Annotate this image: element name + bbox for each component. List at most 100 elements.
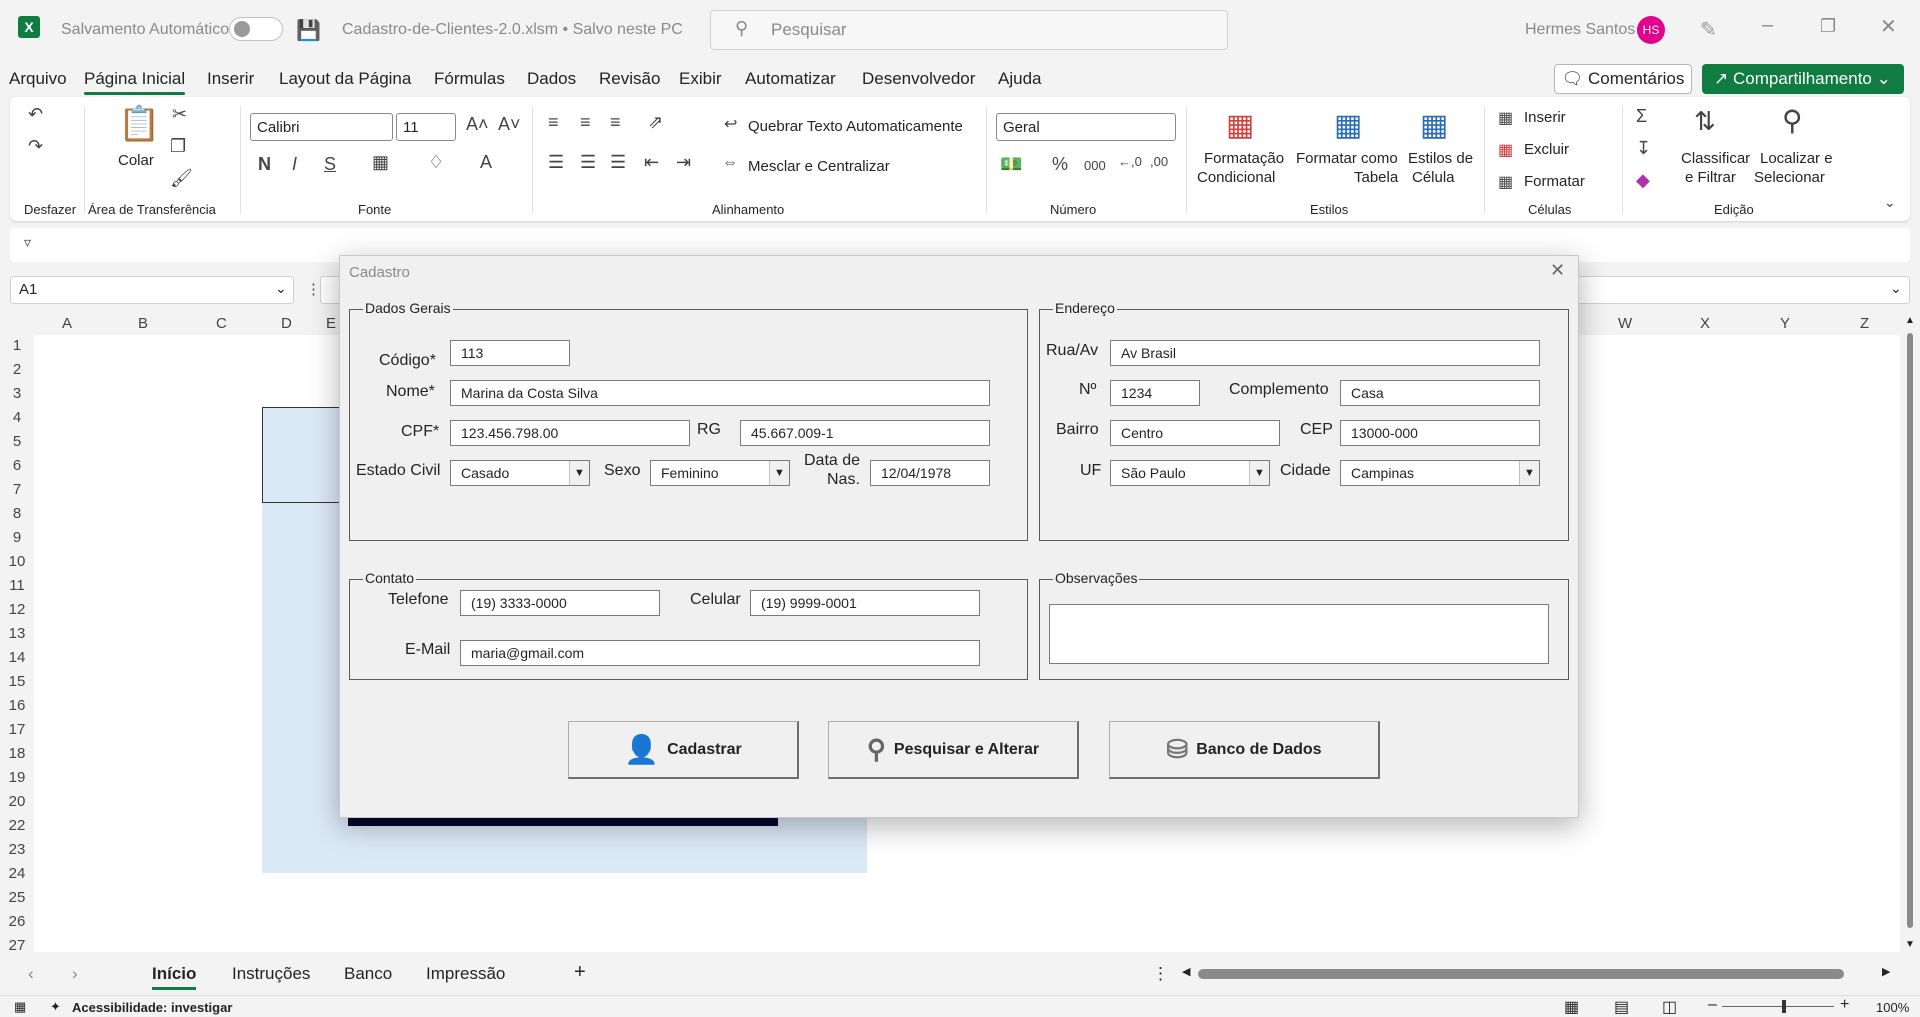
row-header[interactable]: 10 [0,553,34,570]
row-header[interactable]: 3 [0,385,34,402]
merge-center-button[interactable]: Mesclar e Centralizar [748,158,890,175]
conditional-format-icon[interactable]: ▦ [1226,108,1254,143]
customize-icon[interactable]: ▿ [24,234,31,251]
banco-dados-button[interactable]: ⛁ Banco de Dados [1109,721,1380,779]
menu-formulas[interactable]: Fórmulas [434,69,505,89]
menu-automatizar[interactable]: Automatizar [745,69,836,89]
menu-arquivo[interactable]: Arquivo [9,69,67,89]
codigo-field[interactable]: 113 [450,340,570,366]
find-select-icon[interactable]: ⚲ [1782,104,1803,137]
row-header[interactable]: 27 [0,937,34,954]
menu-ajuda[interactable]: Ajuda [998,69,1041,89]
data-nascimento-field[interactable]: 12/04/1978 [870,460,990,486]
row-header[interactable]: 12 [0,601,34,618]
cell-styles-label-1[interactable]: Estilos de [1408,150,1473,167]
more-sheets-icon[interactable]: ⋮ [1152,964,1169,984]
sort-filter-label-1[interactable]: Classificar [1681,150,1750,167]
increase-decimal-icon[interactable]: ←,0 [1118,154,1142,169]
prev-sheet-icon[interactable]: ‹ [28,964,34,984]
chevron-down-icon[interactable]: ▼ [569,461,589,485]
page-break-icon[interactable]: ◫ [1662,997,1677,1017]
zoom-in-icon[interactable]: + [1840,996,1849,1014]
menu-dados[interactable]: Dados [527,69,576,89]
row-header[interactable]: 17 [0,721,34,738]
scroll-down-icon[interactable]: ▼ [1905,939,1915,950]
col-header[interactable]: C [216,315,227,332]
col-header[interactable]: W [1618,315,1632,332]
align-right-icon[interactable]: ☰ [610,152,626,173]
zoom-slider[interactable] [1722,1006,1834,1007]
email-field[interactable]: maria@gmail.com [460,640,980,666]
telefone-field[interactable]: (19) 3333-0000 [460,590,660,616]
row-header[interactable]: 6 [0,457,34,474]
row-header[interactable]: 23 [0,841,34,858]
tab-banco[interactable]: Banco [344,964,392,984]
pesquisar-alterar-button[interactable]: ⚲ Pesquisar e Alterar [828,721,1079,779]
row-header[interactable]: 8 [0,505,34,522]
col-header[interactable]: A [62,315,72,332]
increase-indent-icon[interactable]: ⇥ [676,152,691,173]
insert-cells-icon[interactable]: ▦ [1498,108,1513,128]
search-box[interactable]: ⚲ Pesquisar [710,10,1228,50]
cut-icon[interactable]: ✂ [172,104,187,125]
thousands-icon[interactable]: 000 [1084,158,1106,173]
h-scroll-thumb[interactable] [1198,969,1844,979]
scroll-left-icon[interactable]: ◀ [1182,965,1190,978]
sexo-select[interactable]: Feminino ▼ [650,460,790,486]
sort-filter-icon[interactable]: ⇅ [1694,106,1716,137]
clear-icon[interactable]: ◆ [1636,170,1650,191]
align-bottom-icon[interactable]: ≡ [610,112,621,133]
font-color-icon[interactable]: A [480,152,492,173]
page-layout-icon[interactable]: ▤ [1614,997,1629,1017]
increase-font-icon[interactable]: A˄ [466,114,489,135]
numero-field[interactable]: 1234 [1110,380,1200,406]
col-header[interactable]: B [138,315,148,332]
accessibility-icon[interactable]: ✦ [50,999,61,1015]
zoom-slider-thumb[interactable] [1782,1000,1786,1013]
undo-icon[interactable]: ↶ [28,104,43,125]
chevron-down-icon[interactable]: ▼ [769,461,789,485]
macro-icon[interactable]: ▦ [14,999,26,1015]
row-header[interactable]: 20 [0,793,34,810]
row-header[interactable]: 11 [0,577,34,594]
menu-layout[interactable]: Layout da Página [279,69,411,89]
format-cells-button[interactable]: Formatar [1524,173,1585,190]
row-header[interactable]: 16 [0,697,34,714]
bold-icon[interactable]: N [258,154,271,175]
redo-icon[interactable]: ↷ [28,136,43,157]
cond-format-label-1[interactable]: Formatação [1204,150,1284,167]
currency-icon[interactable]: 💵 [1000,154,1022,175]
col-header[interactable]: X [1700,315,1710,332]
percent-icon[interactable]: % [1052,154,1068,175]
close-icon[interactable]: ✕ [1880,14,1897,39]
normal-view-icon[interactable]: ▦ [1564,997,1579,1017]
cpf-field[interactable]: 123.456.798.00 [450,420,690,446]
bairro-field[interactable]: Centro [1110,420,1280,446]
expand-formula-icon[interactable]: ⌄ [1890,280,1902,297]
decrease-indent-icon[interactable]: ⇤ [644,152,659,173]
uf-select[interactable]: São Paulo ▼ [1110,460,1270,486]
scroll-up-icon[interactable]: ▲ [1905,315,1915,326]
wrap-text-icon[interactable]: ↩ [724,114,737,134]
chevron-down-icon[interactable]: ▼ [1519,461,1539,485]
pen-icon[interactable]: ✎ [1700,17,1717,42]
row-header[interactable]: 2 [0,361,34,378]
cadastrar-button[interactable]: 👤 Cadastrar [568,721,799,779]
row-header[interactable]: 9 [0,529,34,546]
row-header[interactable]: 1 [0,337,34,354]
row-header[interactable]: 22 [0,817,34,834]
menu-exibir[interactable]: Exibir [679,69,722,89]
orientation-icon[interactable]: ⇗ [648,112,663,133]
vertical-scrollbar[interactable]: ▲ ▼ [1900,313,1920,955]
fill-color-icon[interactable]: ♢ [428,152,444,173]
format-table-label-2[interactable]: Tabela [1354,169,1398,186]
cep-field[interactable]: 13000-000 [1340,420,1540,446]
row-header[interactable]: 13 [0,625,34,642]
avatar[interactable]: HS [1637,16,1665,44]
find-select-label-2[interactable]: Selecionar [1754,169,1825,186]
tab-impressao[interactable]: Impressão [426,964,505,984]
chevron-down-icon[interactable]: ▼ [1249,461,1269,485]
zoom-out-icon[interactable]: – [1708,996,1717,1014]
copy-icon[interactable]: ❐ [170,136,186,157]
italic-icon[interactable]: I [292,154,297,175]
